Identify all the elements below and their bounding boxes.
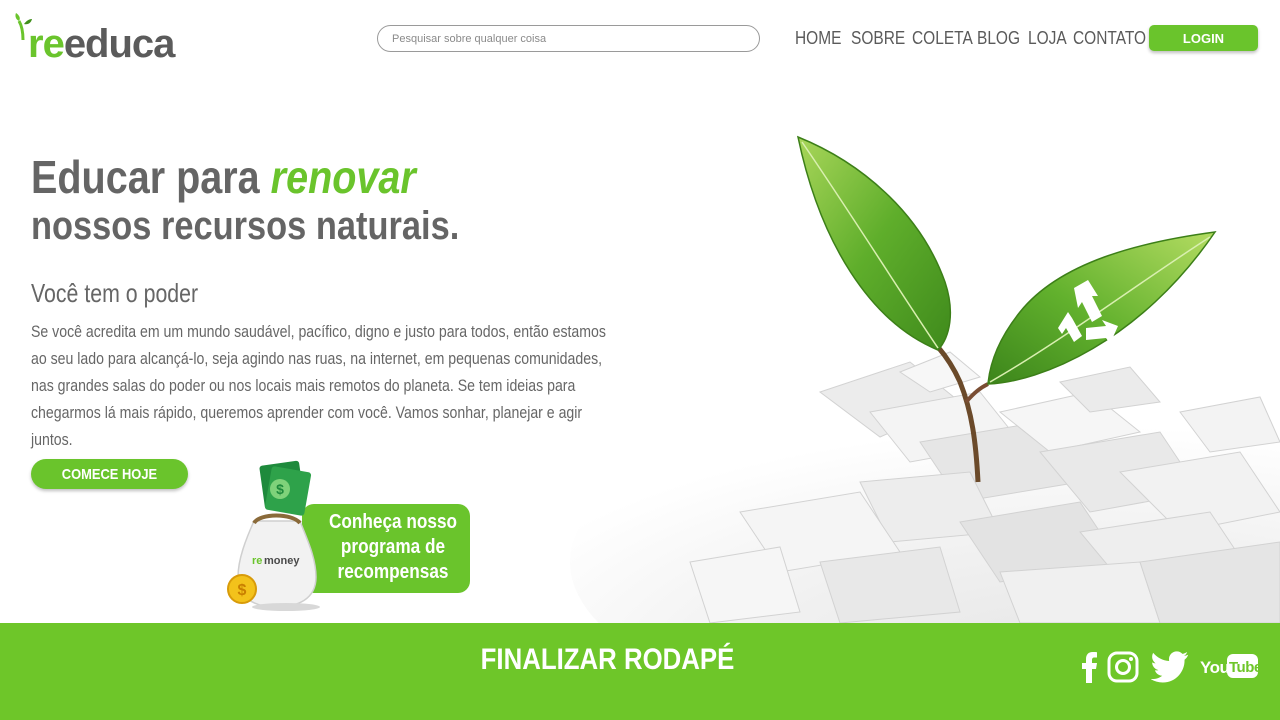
svg-text:You: You (1200, 658, 1229, 677)
footer-title: FINALIZAR RODAPÉ (480, 643, 735, 676)
hero-headline: Educar para renovar nossos recursos natu… (31, 150, 529, 248)
headline-line2: nossos recursos naturais. (31, 204, 460, 248)
facebook-icon[interactable] (1082, 651, 1098, 683)
money-bag-icon: $ re money $ (227, 460, 320, 611)
login-button[interactable]: LOGIN (1149, 25, 1258, 51)
nav-contato[interactable]: CONTATO (1073, 28, 1146, 49)
footer: FINALIZAR RODAPÉ You Tube (0, 623, 1280, 720)
subheading: Você tem o poder (31, 278, 199, 308)
youtube-icon[interactable]: You Tube (1200, 651, 1260, 681)
start-today-button[interactable]: COMECE HOJE (31, 459, 188, 489)
nav-coleta[interactable]: COLETA (912, 28, 973, 49)
hero-paragraph: Se você acredita em um mundo saudável, p… (31, 322, 606, 449)
twitter-icon[interactable] (1151, 651, 1189, 683)
nav-home[interactable]: HOME (795, 28, 841, 49)
svg-text:$: $ (276, 481, 284, 497)
headline-highlight: renovar (270, 151, 416, 203)
nav-loja[interactable]: LOJA (1028, 28, 1067, 49)
headline-text: Educar para (31, 151, 271, 203)
svg-text:Tube: Tube (1229, 659, 1260, 676)
svg-text:money: money (264, 555, 300, 567)
search-input[interactable] (377, 25, 760, 52)
svg-text:re: re (252, 555, 262, 567)
rewards-promo[interactable]: Conheça nosso programa de recompensas $ … (226, 459, 476, 615)
nav-sobre[interactable]: SOBRE (851, 28, 905, 49)
logo-text: reeduca (28, 22, 175, 66)
rewards-callout: Conheça nosso programa de recompensas (302, 504, 470, 593)
svg-text:$: $ (238, 582, 247, 599)
nav-blog[interactable]: BLOG (977, 28, 1020, 49)
logo[interactable]: reeduca (14, 12, 198, 64)
instagram-icon[interactable] (1107, 651, 1139, 683)
